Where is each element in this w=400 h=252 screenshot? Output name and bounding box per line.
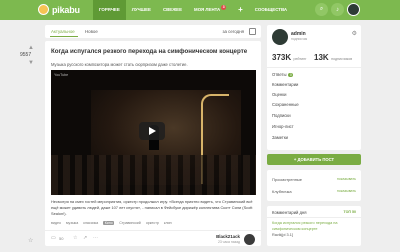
menu-saved[interactable]: Сохраненные [272, 102, 299, 107]
post-time: 23 часа назад [217, 240, 240, 244]
divider [267, 217, 361, 218]
tag[interactable]: клип [164, 221, 172, 225]
profile-avatar[interactable] [272, 29, 288, 45]
post-rating: 9557 [20, 52, 32, 58]
add-post-button[interactable]: + ДОБАВИТЬ ПОСТ [267, 154, 361, 165]
nav-communities[interactable]: СООБЩЕСТВА [249, 0, 293, 20]
menu-comments[interactable]: Комментарии [272, 82, 298, 87]
logo-icon [38, 4, 49, 15]
filter-strawberry-label: Клубничка [272, 189, 292, 194]
nav-hot[interactable]: ГОРЯЧЕЕ [93, 0, 126, 20]
comments-icon[interactable]: ▭ [51, 235, 56, 241]
video-orchestra-image [51, 155, 256, 195]
video-source-label: YouTube [54, 73, 69, 77]
gear-icon[interactable]: ⚙ [352, 30, 357, 37]
nav-my-feed-badge: 3 [221, 5, 227, 10]
top-50-link[interactable]: ТОП 50 [344, 210, 356, 214]
profile-subs-label: подписчиков [331, 57, 353, 61]
profile-subscribers: 13K подписчиков [314, 53, 352, 62]
filter-strawberry-toggle[interactable]: показывать [337, 189, 356, 193]
menu-answers-label: Ответы [272, 72, 287, 77]
profile-subs-value: 13K [314, 53, 329, 62]
post-footer: ▭ 50 ☆ ↗ ⋯ Black21ack 23 часа назад [45, 230, 261, 246]
share-icon[interactable]: ↗ [83, 235, 87, 241]
profile-rating: 373K рейтинг [272, 53, 306, 62]
main-nav: ГОРЯЧЕЕ ЛУЧШЕЕ СВЕЖЕЕ МОЯ ЛЕНТА 3 + СООБЩ… [93, 0, 293, 20]
post-author[interactable]: Black21ack [216, 234, 240, 239]
tab-new[interactable]: Новое [85, 29, 98, 34]
search-icon[interactable]: ⌕ [315, 3, 328, 16]
logo-text: pikabu [52, 4, 80, 15]
menu-ratings[interactable]: Оценки [272, 92, 286, 97]
active-tab-underline [50, 36, 78, 38]
comment-of-day-card: Комментарий дня ТОП 50 Когда испугался р… [267, 206, 361, 246]
header-avatar[interactable] [347, 3, 360, 16]
feed-tabs: Актуальное Новое за сегодня [45, 25, 261, 38]
tab-actual[interactable]: Актуальное [51, 29, 75, 34]
profile-card: admin подписчик ⚙ 373K рейтинг 13K подпи… [267, 25, 361, 150]
comment-of-day-title: Комментарий дня [272, 210, 307, 215]
comments-count[interactable]: 50 [59, 236, 63, 241]
tag[interactable]: видео [51, 221, 61, 225]
filters-card: Просмотренные показывать Клубничка показ… [267, 170, 361, 201]
nav-plus[interactable]: + [232, 0, 249, 20]
rate-down-icon[interactable]: ▼ [28, 60, 34, 66]
profile-status: подписчик [291, 37, 308, 41]
comment-of-day-text[interactable]: Когда испугался резкого перехода на симф… [272, 221, 358, 232]
calendar-icon[interactable] [249, 28, 256, 35]
logo[interactable]: pikabu [38, 4, 80, 15]
menu-answers[interactable]: Ответы 0 [272, 72, 294, 77]
nav-my-feed[interactable]: МОЯ ЛЕНТА 3 [188, 0, 232, 20]
post-tags: видео музыка классика Кино Стравинский о… [51, 221, 172, 225]
bell-icon[interactable]: ♪ [331, 3, 344, 16]
comment-of-day-meta: Ravik[pi 3.1] [272, 233, 293, 237]
post-subtitle: Музыка русского композитора может стать … [51, 62, 188, 67]
tag[interactable]: Стравинский [119, 221, 141, 225]
post-text: Несмотря на смех гостей мероприятия, орк… [51, 199, 253, 216]
tag[interactable]: оркестр [146, 221, 159, 225]
save-icon[interactable]: ☆ [73, 235, 77, 241]
top-navbar: pikabu ГОРЯЧЕЕ ЛУЧШЕЕ СВЕЖЕЕ МОЯ ЛЕНТА 3 … [0, 0, 400, 20]
more-icon[interactable]: ⋯ [93, 235, 98, 241]
nav-fresh[interactable]: СВЕЖЕЕ [157, 0, 188, 20]
filter-viewed-toggle[interactable]: показывать [337, 177, 356, 181]
tag[interactable]: классика [83, 221, 98, 225]
date-filter[interactable]: за сегодня [222, 29, 244, 34]
filter-viewed-label: Просмотренные [272, 177, 303, 182]
play-button[interactable] [139, 122, 165, 140]
author-avatar[interactable] [244, 234, 255, 245]
nav-my-feed-label: МОЯ ЛЕНТА [194, 7, 221, 12]
profile-rating-label: рейтинг [293, 57, 307, 61]
menu-ignore-list[interactable]: Игнор-лист [272, 124, 294, 129]
divider [267, 67, 361, 68]
video-player[interactable]: YouTube [51, 70, 256, 195]
post-card: Когда испугался резкого перехода на симф… [45, 41, 261, 246]
header-icons: ⌕ ♪ [315, 3, 360, 16]
menu-notes[interactable]: Заметки [272, 135, 288, 140]
profile-rating-value: 373K [272, 53, 292, 62]
tag[interactable]: музыка [66, 221, 78, 225]
bookmark-icon[interactable]: ☆ [28, 237, 33, 244]
rate-up-icon[interactable]: ▲ [28, 45, 34, 51]
menu-answers-badge: 0 [288, 73, 294, 77]
menu-subscriptions[interactable]: Подписки [272, 113, 291, 118]
nav-best[interactable]: ЛУЧШЕЕ [126, 0, 157, 20]
tag[interactable]: Кино [103, 221, 115, 225]
post-title[interactable]: Когда испугался резкого перехода на симф… [51, 48, 256, 55]
